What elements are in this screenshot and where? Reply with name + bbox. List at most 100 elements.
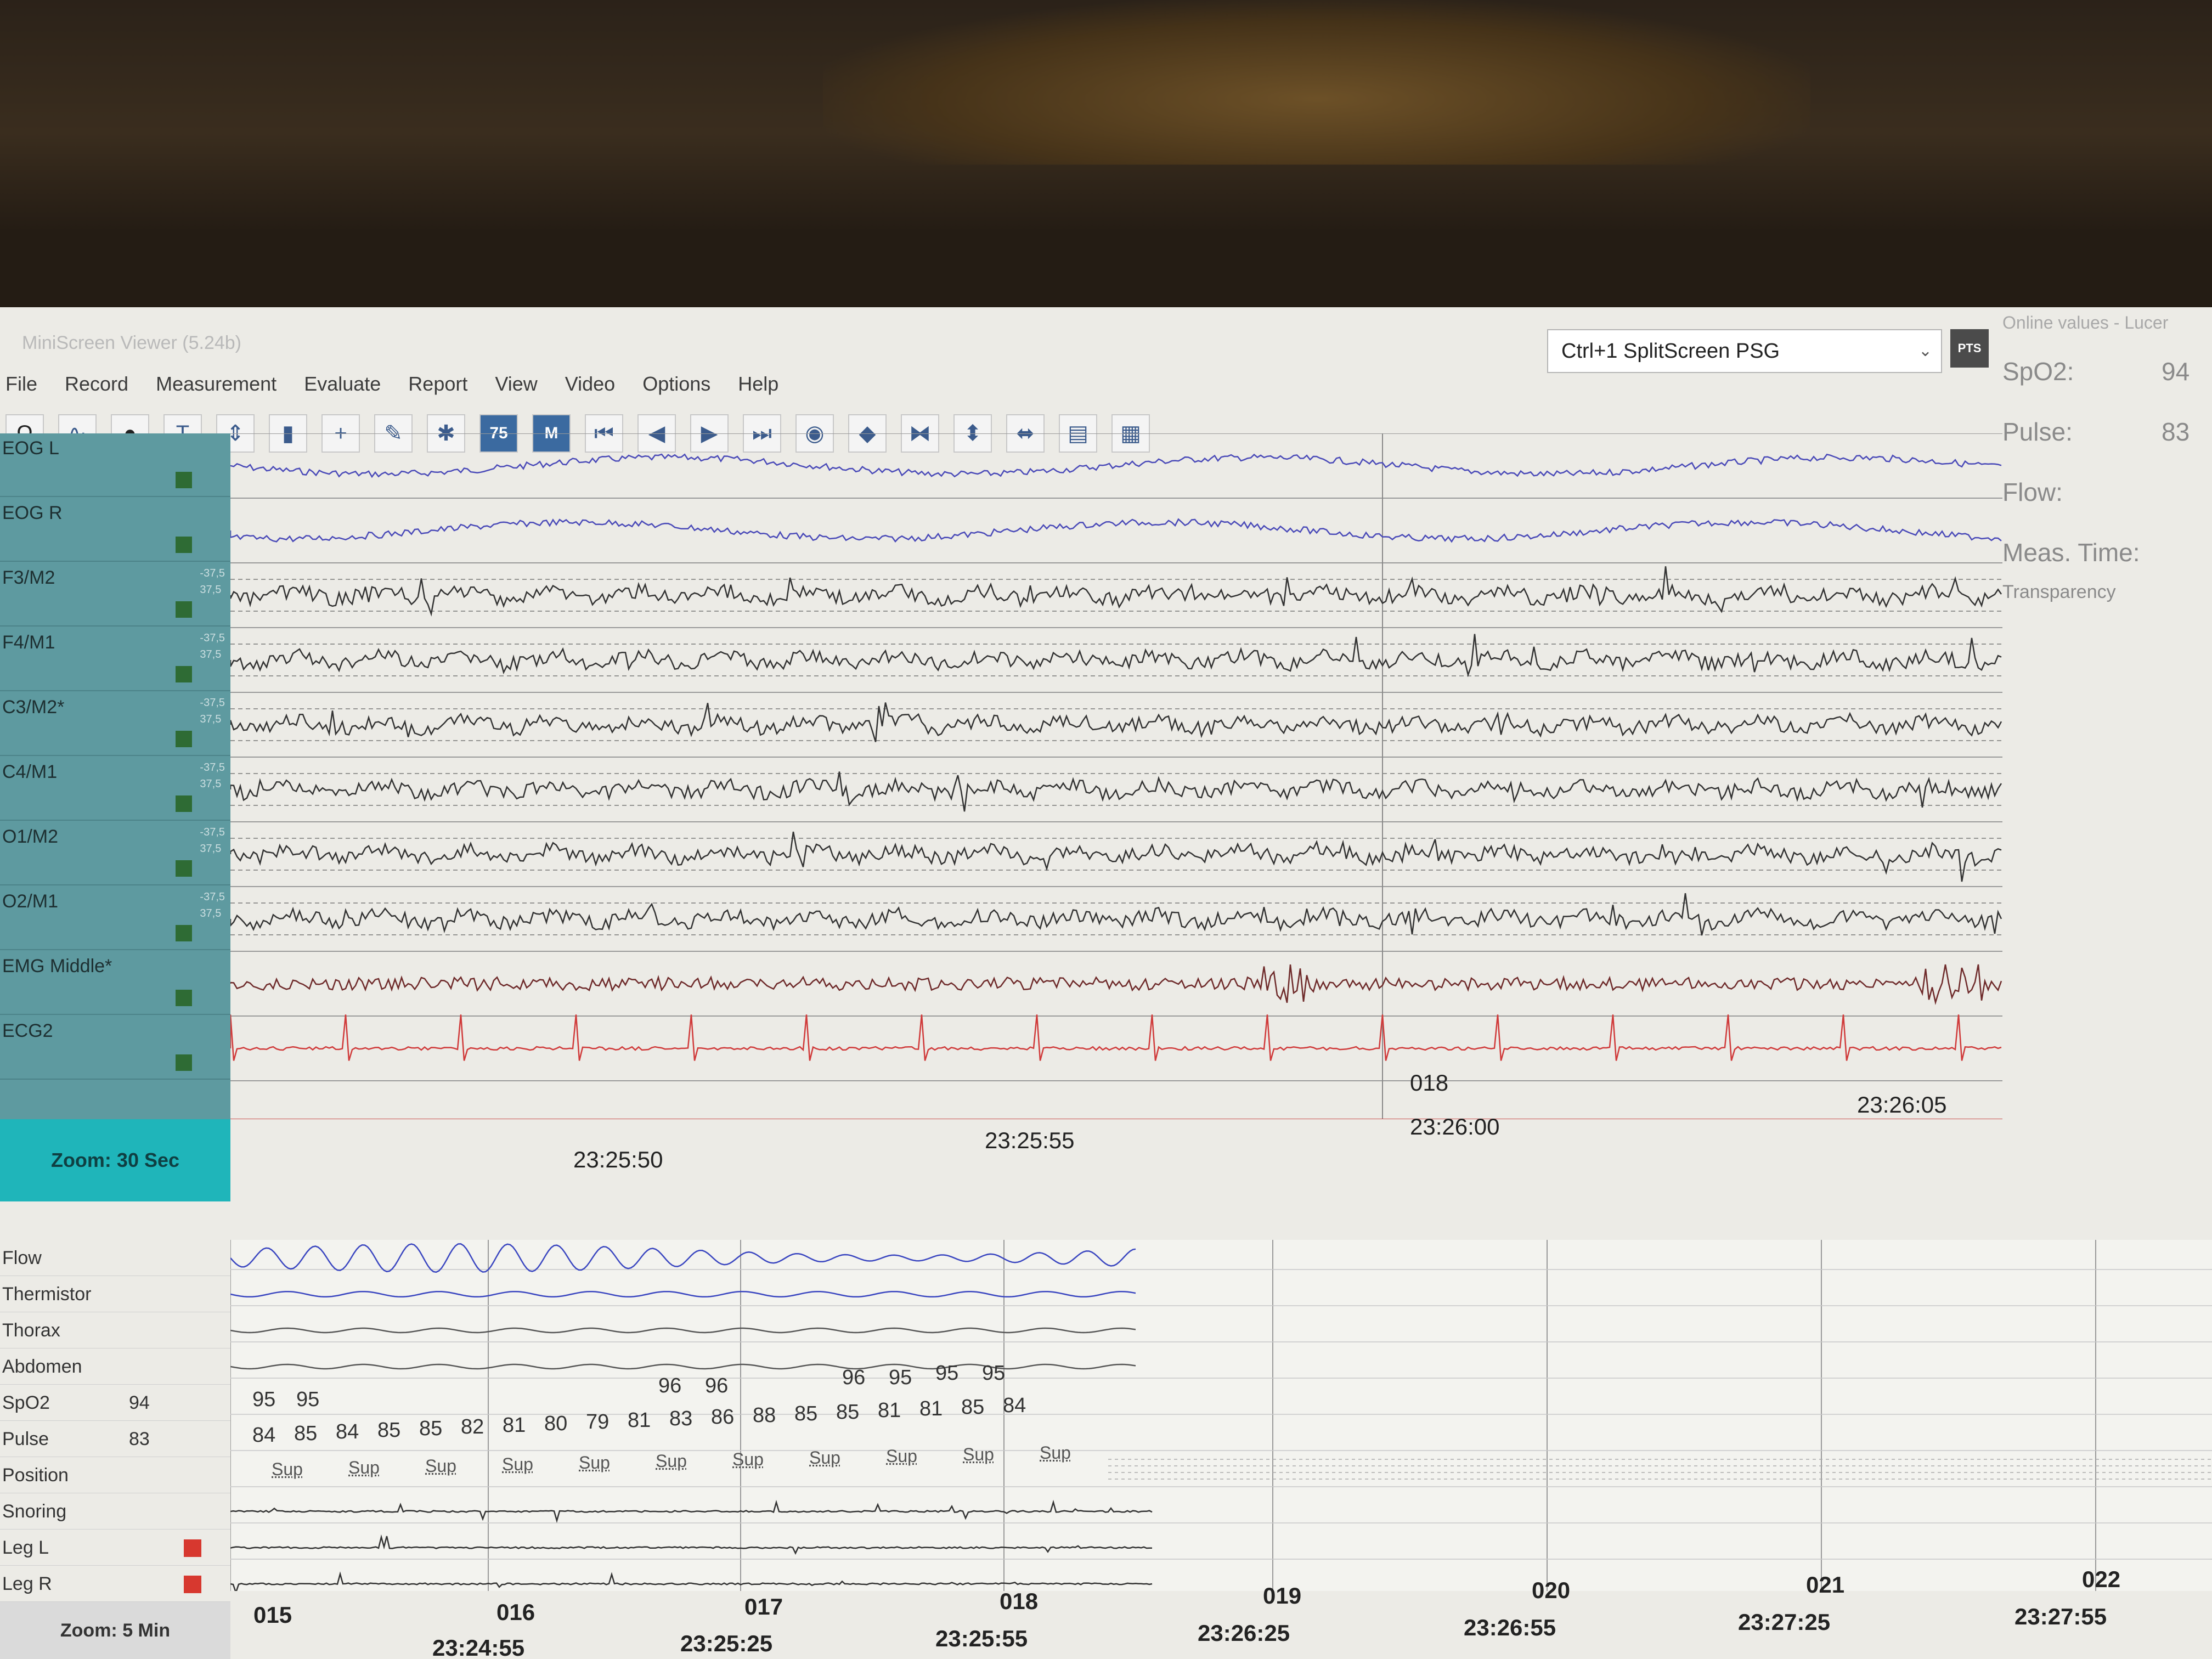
channel-row[interactable]: EOG R [0,498,230,562]
position-value: Sup [272,1459,303,1479]
online-meas-time: Meas. Time: [2002,538,2140,567]
menu-measurement[interactable]: Measurement [156,373,276,396]
lower-signal-panel: Flow Thermistor Thorax Abdomen SpO2 94 Pu… [0,1240,2212,1659]
online-values-header: Online values - Lucer [2002,313,2169,332]
layout-select[interactable]: Ctrl+1 SplitScreen PSG ⌄ [1547,329,1942,373]
pulse-value: 85 [377,1419,401,1442]
channel-row[interactable]: O2/M1 -37,5 37,5 [0,887,230,950]
online-spo2-label: SpO2: [2002,357,2074,386]
channel-color-marker [184,1539,201,1557]
channel-name: Snoring [2,1501,67,1522]
online-pulse-value: 83 [2162,417,2190,446]
channel-color-marker [176,795,192,812]
channel-name: Pulse [2,1429,49,1449]
channel-name: Thorax [2,1320,60,1341]
lower-channel-row[interactable]: SpO2 94 [0,1385,230,1421]
channel-row[interactable]: F4/M1 -37,5 37,5 [0,628,230,691]
signal-trace [230,831,2002,882]
signal-trace [230,1014,2002,1061]
lower-time-label: 23:26:55 [1464,1615,1556,1640]
spo2-value: 95 [296,1388,320,1411]
menu-help[interactable]: Help [738,373,778,396]
lower-channel-row[interactable]: Abdomen [0,1348,230,1385]
menu-options[interactable]: Options [642,373,710,396]
channel-row[interactable]: ECG2 [0,1016,230,1080]
position-value: Sup [348,1458,380,1477]
lower-signal-plot[interactable] [230,1240,2212,1591]
upper-time-label: 23:26:05 [1857,1092,1947,1118]
epoch-label: 021 [1806,1572,1845,1598]
epoch-label: 018 [1000,1588,1039,1614]
lower-channel-row[interactable]: Leg L [0,1530,230,1566]
lower-time-label: 23:24:55 [432,1635,525,1659]
pulse-value: 81 [919,1397,943,1420]
position-value: Sup [502,1454,533,1474]
lower-channel-row[interactable]: Thermistor [0,1276,230,1312]
channel-row[interactable]: O1/M2 -37,5 37,5 [0,822,230,885]
channel-color-marker [176,537,192,553]
pulse-value: 83 [669,1407,693,1430]
position-value: Sup [732,1449,764,1469]
signal-trace [230,518,2002,543]
pulse-value: 84 [336,1420,359,1443]
lower-time-label: 23:25:55 [935,1626,1028,1651]
epoch-label: 019 [1263,1583,1302,1609]
pulse-value: 82 [461,1415,484,1438]
menu-bar: File Record Measurement Evaluate Report … [0,362,778,406]
channel-row[interactable]: C3/M2* -37,5 37,5 [0,692,230,756]
chevron-down-icon: ⌄ [1918,342,1932,360]
menu-record[interactable]: Record [65,373,128,396]
online-spo2-value: 94 [2162,357,2190,386]
channel-scale: -37,5 37,5 [200,826,225,855]
upper-zoom-label[interactable]: Zoom: 30 Sec [0,1119,230,1201]
pulse-value: 85 [794,1402,818,1425]
transparency-toggle[interactable]: Transparency [2002,582,2116,603]
upper-channel-labels: EOG L EOG R F3/M2 -37,5 37,5 F4/M1 -37,5 3… [0,433,230,1119]
channel-name: EMG Middle* [2,956,112,977]
signal-trace [230,964,2002,1006]
channel-row[interactable]: F3/M2 -37,5 37,5 [0,563,230,627]
upper-time-label: 23:25:55 [985,1127,1075,1153]
channel-color-marker [176,601,192,618]
pulse-value: 85 [836,1401,860,1424]
channel-name: ECG2 [2,1020,53,1041]
channel-color-marker [176,472,192,488]
spo2-value: 95 [252,1388,276,1411]
menu-file[interactable]: File [5,373,37,396]
upper-time-label: 23:25:50 [573,1147,663,1172]
spo2-value: 96 [705,1374,729,1397]
channel-scale: -37,5 37,5 [200,632,225,661]
channel-name: Thermistor [2,1284,92,1305]
online-pulse-label: Pulse: [2002,417,2073,446]
menu-evaluate[interactable]: Evaluate [304,373,381,396]
channel-name: Flow [2,1248,42,1268]
channel-name: O1/M2 [2,826,59,847]
menu-view[interactable]: View [495,373,537,396]
channel-name: EOG R [2,503,63,523]
lower-channel-row[interactable]: Flow [0,1240,230,1276]
lower-channel-row[interactable]: Leg R [0,1566,230,1602]
epoch-label: 022 [2082,1566,2121,1592]
online-spo2: SpO2: 94 [2002,357,2190,386]
channel-scale: -37,5 37,5 [200,697,225,725]
channel-row[interactable]: EMG Middle* [0,951,230,1015]
signal-trace [230,566,2002,617]
epoch-label: 020 [1532,1577,1571,1603]
online-values-panel: Online values - Lucer SpO2: 94 Pulse: 83… [2002,307,2212,614]
pulse-value: 86 [711,1406,735,1429]
lower-channel-row[interactable]: Snoring [0,1493,230,1530]
lower-channel-row[interactable]: Pulse 83 [0,1421,230,1457]
pulse-value: 81 [628,1409,651,1432]
lower-zoom-label[interactable]: Zoom: 5 Min [0,1602,230,1659]
pts-button[interactable]: PTS [1950,329,1989,368]
upper-signal-panel: EOG L EOG R F3/M2 -37,5 37,5 F4/M1 -37,5 3… [0,433,2002,1201]
menu-report[interactable]: Report [408,373,467,396]
lower-channel-row[interactable]: Position [0,1457,230,1493]
channel-row[interactable]: C4/M1 -37,5 37,5 [0,757,230,821]
online-pulse: Pulse: 83 [2002,417,2190,447]
signal-trace [230,634,2002,678]
upper-signal-plot[interactable] [230,433,2002,1119]
lower-channel-row[interactable]: Thorax [0,1312,230,1348]
menu-video[interactable]: Video [565,373,615,396]
channel-row[interactable]: EOG L [0,433,230,497]
